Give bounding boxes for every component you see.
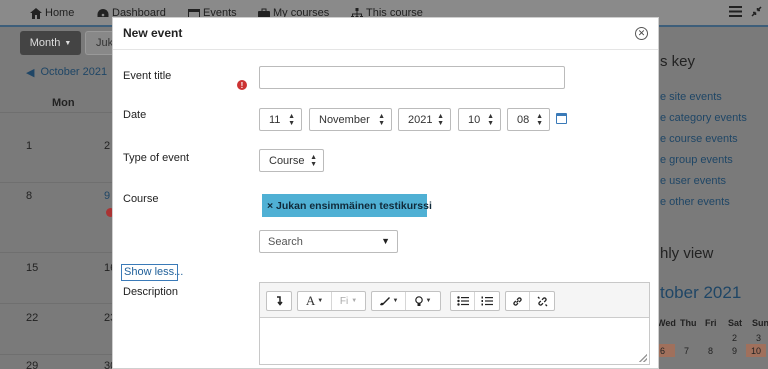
minute-select[interactable]: 08 ▲ ▼ — [507, 108, 550, 131]
select-arrows-icon: ▲ ▼ — [310, 153, 317, 168]
course-search-input[interactable]: Search ▼ — [259, 230, 398, 253]
resize-handle-icon[interactable] — [639, 354, 647, 362]
brush-icon[interactable]: ▼ — [372, 292, 406, 310]
calendar-divider — [0, 182, 112, 183]
course-label: Course — [123, 193, 159, 205]
description-label: Description — [123, 286, 179, 298]
calendar-day[interactable]: 29 — [26, 360, 38, 369]
toolbar-group — [505, 291, 555, 311]
mini-calendar-month[interactable]: tober 2021 — [660, 283, 741, 303]
month-view-button[interactable]: Month ▼ — [20, 31, 81, 55]
event-type-select[interactable]: Course ▲ ▼ — [259, 149, 324, 172]
calendar-picker-icon[interactable] — [556, 113, 567, 124]
calendar-month-nav[interactable]: ◀ October 2021 — [26, 66, 107, 79]
list-toggle-icon[interactable] — [729, 6, 742, 20]
month-select[interactable]: November ▲ ▼ — [309, 108, 392, 131]
mini-day[interactable]: 2 — [732, 333, 737, 343]
caret-down-icon: ▼ — [64, 39, 72, 47]
collapse-toolbar-icon[interactable] — [267, 292, 291, 310]
font-family-button[interactable]: Fi ▼ — [332, 292, 365, 310]
calendar-divider — [0, 354, 112, 355]
numbered-list-icon[interactable] — [475, 292, 499, 310]
home-icon — [30, 7, 42, 19]
toolbar-group: ▼ ▼ — [371, 291, 441, 311]
editor-toolbar: A ▼ Fi ▼ ▼ ▼ — [260, 283, 649, 318]
calendar-day[interactable]: 2 — [104, 140, 110, 152]
select-arrows-icon: ▲ ▼ — [487, 112, 494, 127]
link-icon[interactable] — [506, 292, 530, 310]
modal-title: New event — [123, 26, 183, 40]
day-select[interactable]: 11 ▲ ▼ — [259, 108, 302, 131]
select-arrows-icon: ▲ ▼ — [378, 112, 385, 127]
year-select[interactable]: 2021 ▲ ▼ — [398, 108, 451, 131]
mini-day[interactable]: 7 — [684, 346, 689, 356]
show-less-link[interactable]: Show less... — [121, 264, 183, 281]
calendar-day[interactable]: 1 — [26, 140, 32, 152]
monthly-view-title: hly view — [660, 245, 714, 262]
calendar-day[interactable]: 22 — [26, 312, 38, 324]
hour-select[interactable]: 10 ▲ ▼ — [458, 108, 501, 131]
key-item-site[interactable]: e site events — [660, 91, 722, 103]
key-item-other[interactable]: e other events — [660, 196, 730, 208]
description-editor: A ▼ Fi ▼ ▼ ▼ — [259, 282, 650, 365]
collapse-icon[interactable] — [751, 6, 762, 20]
course-selector-partial[interactable]: Juka — [85, 31, 119, 55]
lightbulb-icon[interactable]: ▼ — [406, 292, 440, 310]
toolbar-group — [266, 291, 292, 311]
toolbar-group — [450, 291, 500, 311]
modal-header: New event ✕ — [113, 18, 658, 50]
dashboard-icon — [97, 8, 109, 17]
events-key-title: s key — [660, 53, 696, 70]
mini-weekday: Sun — [752, 318, 768, 328]
description-textarea[interactable] — [260, 319, 649, 365]
mini-day[interactable]: 9 — [732, 346, 737, 356]
mini-weekday: Sat — [728, 318, 743, 328]
required-icon: ! — [237, 80, 247, 90]
mini-day[interactable]: 10 — [751, 346, 761, 356]
paragraph-styles-icon[interactable]: A ▼ — [298, 292, 332, 310]
event-title-label: Event title — [123, 70, 172, 82]
event-title-input[interactable] — [259, 66, 565, 89]
key-item-category[interactable]: e category events — [660, 112, 747, 124]
dropdown-arrow-icon[interactable]: ▼ — [381, 236, 390, 246]
select-arrows-icon: ▲ ▼ — [536, 112, 543, 127]
key-item-group[interactable]: e group events — [660, 154, 733, 166]
mini-day[interactable]: 3 — [756, 333, 761, 343]
weekday-header: Mon — [52, 97, 75, 109]
toolbar-group: A ▼ Fi ▼ — [297, 291, 366, 311]
calendar-background — [0, 29, 112, 369]
bullet-list-icon[interactable] — [451, 292, 475, 310]
select-arrows-icon: ▲ ▼ — [437, 112, 444, 127]
key-item-course[interactable]: e course events — [660, 133, 738, 145]
mini-weekday: Fri — [705, 318, 717, 328]
calendar-divider — [0, 112, 112, 113]
calendar-divider — [0, 303, 112, 304]
key-item-user[interactable]: e user events — [660, 175, 726, 187]
mini-day[interactable]: 8 — [708, 346, 713, 356]
new-event-modal: New event ✕ Event title ! Date 11 ▲ ▼ Nov… — [112, 17, 659, 369]
previous-month-icon[interactable]: ◀ — [26, 66, 34, 79]
nav-home[interactable]: Home — [30, 7, 74, 19]
selected-course-tag[interactable]: × Jukan ensimmäinen testikurssi — [262, 194, 432, 217]
close-icon[interactable]: ✕ — [635, 27, 648, 40]
calendar-day[interactable]: 9 — [104, 190, 110, 202]
select-arrows-icon: ▲ ▼ — [288, 112, 295, 127]
calendar-day[interactable]: 8 — [26, 190, 32, 202]
date-label: Date — [123, 109, 147, 121]
calendar-day[interactable]: 15 — [26, 262, 38, 274]
type-of-event-label: Type of event — [123, 152, 190, 164]
mini-weekday: Wed — [657, 318, 676, 328]
mini-weekday: Thu — [680, 318, 697, 328]
mini-day[interactable]: 6 — [660, 346, 665, 356]
unlink-icon[interactable] — [530, 292, 554, 310]
calendar-divider — [0, 252, 112, 253]
